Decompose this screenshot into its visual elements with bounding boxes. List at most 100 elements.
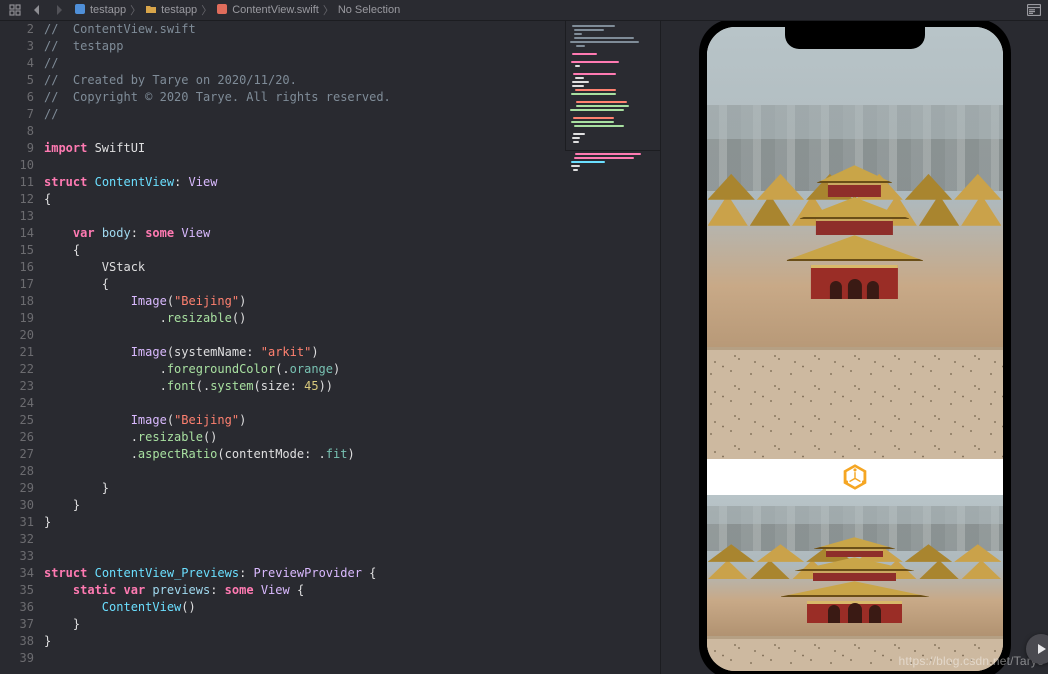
line-number: 35 bbox=[0, 582, 34, 599]
code-line[interactable] bbox=[42, 548, 565, 565]
code-line[interactable]: } bbox=[42, 480, 565, 497]
code-line[interactable]: var body: some View bbox=[42, 225, 565, 242]
code-line[interactable]: Image("Beijing") bbox=[42, 293, 565, 310]
code-line[interactable] bbox=[42, 463, 565, 480]
breadcrumb-icon bbox=[216, 3, 228, 18]
line-number: 36 bbox=[0, 599, 34, 616]
line-number: 13 bbox=[0, 208, 34, 225]
code-line[interactable]: struct ContentView_Previews: PreviewProv… bbox=[42, 565, 565, 582]
minimap-line bbox=[570, 41, 639, 43]
minimap-line bbox=[570, 109, 623, 111]
minimap-line bbox=[570, 129, 656, 131]
related-items-icon[interactable] bbox=[6, 2, 24, 18]
breadcrumb-segment[interactable]: testapp bbox=[143, 3, 199, 18]
code-line[interactable]: { bbox=[42, 242, 565, 259]
nav-forward-button[interactable] bbox=[50, 2, 68, 18]
breadcrumb-label: testapp bbox=[161, 4, 197, 16]
code-line[interactable]: .aspectRatio(contentMode: .fit) bbox=[42, 446, 565, 463]
live-preview-play-button[interactable] bbox=[1026, 634, 1048, 664]
line-number: 27 bbox=[0, 446, 34, 463]
code-line[interactable]: } bbox=[42, 616, 565, 633]
code-line[interactable]: struct ContentView: View bbox=[42, 174, 565, 191]
code-line[interactable]: // Copyright © 2020 Tarye. All rights re… bbox=[42, 89, 565, 106]
adjust-editor-options-icon[interactable] bbox=[1026, 2, 1042, 18]
code-line[interactable]: // bbox=[42, 55, 565, 72]
code-line[interactable]: // ContentView.swift bbox=[42, 21, 565, 38]
code-line[interactable]: VStack bbox=[42, 259, 565, 276]
arkit-icon bbox=[838, 460, 872, 494]
code-line[interactable]: { bbox=[42, 276, 565, 293]
line-number-gutter: 2345678910111213141516171819202122232425… bbox=[0, 21, 42, 674]
minimap-line bbox=[575, 65, 580, 67]
code-line[interactable]: .resizable() bbox=[42, 429, 565, 446]
preview-image-beijing-1 bbox=[707, 27, 1003, 459]
code-line[interactable]: ContentView() bbox=[42, 599, 565, 616]
code-line[interactable]: { bbox=[42, 191, 565, 208]
code-line[interactable]: static var previews: some View { bbox=[42, 582, 565, 599]
minimap-line bbox=[574, 125, 624, 127]
minimap-line bbox=[570, 145, 656, 147]
minimap-line bbox=[574, 29, 604, 31]
code-line[interactable]: .resizable() bbox=[42, 310, 565, 327]
line-number: 21 bbox=[0, 344, 34, 361]
code-line[interactable]: } bbox=[42, 633, 565, 650]
minimap-line bbox=[575, 89, 616, 91]
nav-back-button[interactable] bbox=[28, 2, 46, 18]
code-line[interactable] bbox=[42, 208, 565, 225]
minimap-line bbox=[573, 141, 578, 143]
breadcrumb-segment[interactable]: ContentView.swift bbox=[214, 3, 321, 18]
line-number: 9 bbox=[0, 140, 34, 157]
minimap[interactable] bbox=[565, 21, 660, 151]
breadcrumb-segment[interactable]: testapp bbox=[72, 3, 128, 18]
line-number: 24 bbox=[0, 395, 34, 412]
code-line[interactable]: // Created by Tarye on 2020/11/20. bbox=[42, 72, 565, 89]
minimap-line bbox=[570, 149, 656, 151]
line-number: 34 bbox=[0, 565, 34, 582]
minimap-line bbox=[570, 57, 656, 59]
line-number: 8 bbox=[0, 123, 34, 140]
line-number: 22 bbox=[0, 361, 34, 378]
code-line[interactable]: Image(systemName: "arkit") bbox=[42, 344, 565, 361]
code-line[interactable] bbox=[42, 327, 565, 344]
swiftui-preview-canvas[interactable]: https://blog.csdn.net/Tarye bbox=[660, 21, 1048, 674]
code-area[interactable]: // ContentView.swift// testapp//// Creat… bbox=[42, 21, 565, 674]
line-number: 4 bbox=[0, 55, 34, 72]
line-number: 5 bbox=[0, 72, 34, 89]
code-line[interactable]: Image("Beijing") bbox=[42, 412, 565, 429]
code-line[interactable] bbox=[42, 531, 565, 548]
line-number: 12 bbox=[0, 191, 34, 208]
line-number: 2 bbox=[0, 21, 34, 38]
code-line[interactable]: } bbox=[42, 514, 565, 531]
breadcrumb-separator: 〉 bbox=[321, 2, 336, 18]
minimap-line bbox=[572, 81, 589, 83]
device-bezel bbox=[699, 21, 1011, 674]
line-number: 19 bbox=[0, 310, 34, 327]
breadcrumb-segment[interactable]: No Selection bbox=[336, 4, 402, 16]
line-number: 25 bbox=[0, 412, 34, 429]
minimap-line bbox=[575, 77, 584, 79]
code-line[interactable] bbox=[42, 395, 565, 412]
breadcrumb-label: testapp bbox=[90, 4, 126, 16]
minimap-line bbox=[571, 165, 580, 167]
code-line[interactable]: .font(.system(size: 45)) bbox=[42, 378, 565, 395]
code-line[interactable] bbox=[42, 157, 565, 174]
line-number: 10 bbox=[0, 157, 34, 174]
code-line[interactable]: .foregroundColor(.orange) bbox=[42, 361, 565, 378]
line-number: 30 bbox=[0, 497, 34, 514]
minimap-line bbox=[570, 69, 656, 71]
preview-sfsymbol-arkit bbox=[707, 459, 1003, 495]
code-line[interactable]: // testapp bbox=[42, 38, 565, 55]
code-line[interactable] bbox=[42, 123, 565, 140]
line-number: 14 bbox=[0, 225, 34, 242]
minimap-line bbox=[573, 133, 585, 135]
code-line[interactable]: import SwiftUI bbox=[42, 140, 565, 157]
breadcrumb-label: No Selection bbox=[338, 4, 400, 16]
line-number: 20 bbox=[0, 327, 34, 344]
source-editor[interactable]: 2345678910111213141516171819202122232425… bbox=[0, 21, 660, 674]
code-line[interactable]: } bbox=[42, 497, 565, 514]
line-number: 7 bbox=[0, 106, 34, 123]
code-line[interactable]: // bbox=[42, 106, 565, 123]
minimap-line bbox=[570, 97, 656, 99]
minimap-line bbox=[575, 153, 640, 155]
code-line[interactable] bbox=[42, 650, 565, 667]
